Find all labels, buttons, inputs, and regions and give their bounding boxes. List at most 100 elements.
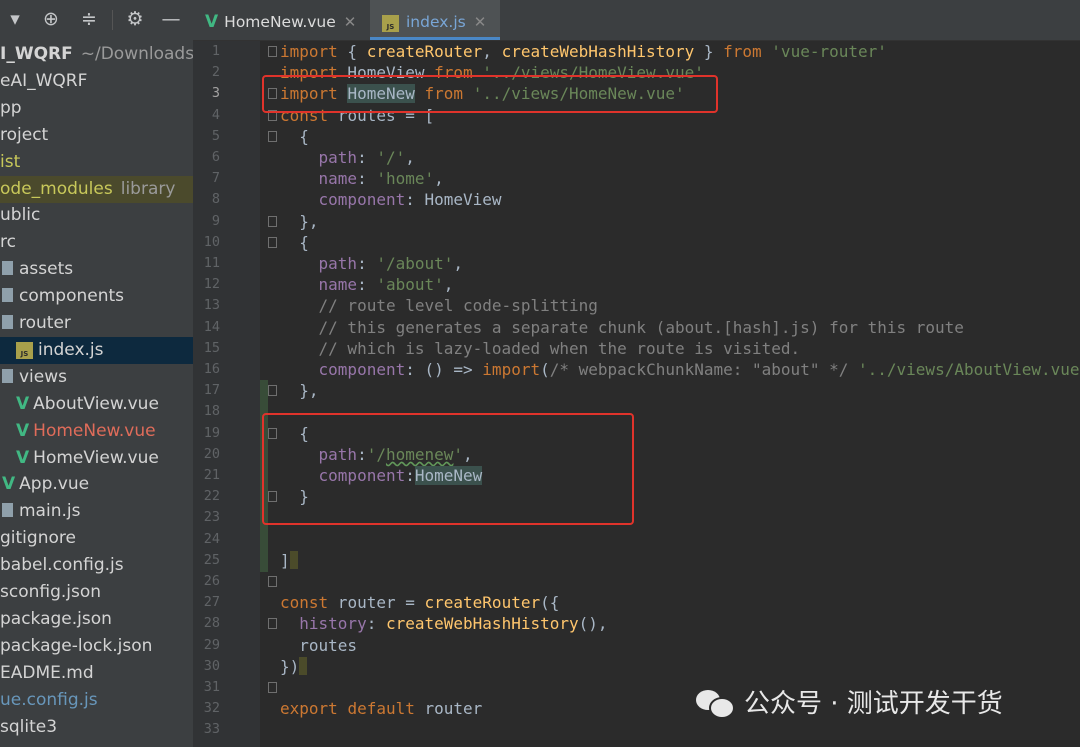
tree-item[interactable]: package.json — [0, 606, 193, 633]
tree-item[interactable]: views — [0, 364, 193, 391]
line-number: 15 — [203, 339, 220, 356]
tree-item[interactable]: package-lock.json — [0, 633, 193, 660]
tree-item-label: main.js — [19, 501, 81, 522]
line-number: 22 — [203, 488, 220, 505]
line-number: 19 — [203, 424, 220, 441]
fold-marker-icon[interactable] — [268, 46, 277, 57]
code-line: { — [280, 126, 309, 146]
tree-item[interactable]: EADME.md — [0, 660, 193, 687]
dropdown-icon[interactable]: ▾ — [4, 8, 26, 30]
tree-item-label: router — [19, 313, 71, 333]
vue-file-icon: V — [16, 447, 30, 468]
line-number: 11 — [203, 255, 220, 271]
tree-item[interactable]: assets — [0, 256, 193, 283]
line-number: 7 — [211, 170, 220, 187]
line-number: 32 — [203, 700, 220, 717]
fold-marker-icon[interactable] — [268, 385, 277, 397]
code-editor[interactable]: import { createRouter, createWebHashHist… — [280, 41, 1080, 747]
tree-item[interactable]: pp — [0, 95, 193, 122]
close-icon[interactable]: ✕ — [474, 13, 487, 31]
line-number: 30 — [203, 657, 220, 674]
tree-item[interactable]: ue.config.js — [0, 687, 193, 714]
tree-item[interactable]: main.js — [0, 498, 193, 525]
tree-item-extra: ~/Downloads — [80, 44, 193, 64]
tree-item-label: babel.config.js — [0, 555, 124, 576]
folder-icon — [2, 288, 13, 303]
tree-item[interactable]: JS index.js — [0, 336, 193, 364]
tree-item[interactable]: sqlite3 — [0, 714, 193, 741]
code-line: component: () => import(/* webpackChunkN… — [318, 360, 1080, 379]
line-number: 14 — [203, 318, 220, 335]
collapse-all-icon[interactable]: ≑ — [78, 8, 100, 30]
js-file-icon: JS — [16, 341, 33, 359]
tab-homenew-vue[interactable]: V HomeNew.vue ✕ — [193, 0, 368, 40]
line-number: 1 — [211, 43, 220, 59]
tree-item[interactable]: router — [0, 310, 193, 337]
code-line: name: 'home', — [318, 169, 444, 189]
js-file-icon: JS — [382, 15, 399, 32]
tree-item[interactable]: V HomeNew.vue — [0, 418, 193, 445]
line-number: 18 — [203, 403, 220, 420]
code-line: component: HomeView — [318, 190, 502, 210]
tree-item-label: package.json — [0, 608, 112, 629]
tree-item-label: sconfig.json — [0, 582, 102, 602]
tree-item-label: rc — [0, 232, 16, 253]
tree-item[interactable]: babel.config.js — [0, 552, 193, 579]
tree-item-label: HomeView.vue — [33, 447, 159, 468]
code-line: routes — [280, 635, 358, 655]
tree-item[interactable]: eAI_WQRF — [0, 68, 193, 95]
line-number: 27 — [203, 594, 220, 611]
gear-icon[interactable]: ⚙ — [124, 8, 146, 30]
folder-icon — [2, 503, 13, 518]
tree-item-label: HomeNew.vue — [33, 420, 156, 441]
line-number: 28 — [203, 615, 220, 632]
tree-item[interactable]: ist — [0, 149, 193, 176]
tree-item-label: views — [19, 366, 68, 387]
tree-item[interactable]: I_WQRF ~/Downloads — [0, 41, 193, 68]
locate-target-icon[interactable]: ⊕ — [40, 8, 62, 30]
line-number: 3 — [211, 85, 220, 102]
line-number: 26 — [203, 573, 220, 589]
tree-item-label: AboutView.vue — [33, 393, 159, 414]
fold-marker-icon[interactable] — [268, 576, 277, 587]
tree-item[interactable]: V AboutView.vue — [0, 391, 193, 418]
tree-item[interactable]: gitignore — [0, 525, 193, 552]
watermark-text: 公众号 · 测试开发干货 — [744, 689, 1003, 719]
minimize-icon[interactable]: — — [160, 8, 182, 30]
code-line: path: '/about', — [318, 254, 464, 273]
tree-item[interactable]: roject — [0, 122, 193, 149]
folder-icon — [2, 368, 13, 383]
fold-marker-icon[interactable] — [268, 618, 277, 630]
tree-item[interactable]: sconfig.json — [0, 579, 193, 606]
tree-item-label: roject — [0, 124, 49, 145]
tree-item[interactable]: V HomeView.vue — [0, 445, 193, 472]
line-number: 6 — [211, 149, 220, 165]
project-sidebar: ▾ ⊕ ≑ ⚙ — I_WQRF ~/Downloads eAI_WQRF pp roj… — [0, 0, 193, 747]
code-line: const router = createRouter({ — [280, 593, 560, 613]
line-number: 16 — [203, 361, 220, 377]
tree-item-label: index.js — [38, 339, 104, 360]
tree-item[interactable]: components — [0, 283, 193, 310]
fold-marker-icon[interactable] — [268, 130, 277, 142]
vue-file-icon: V — [205, 12, 219, 32]
tree-item[interactable]: rc — [0, 229, 193, 256]
fold-marker-icon[interactable] — [268, 682, 277, 693]
fold-marker-icon[interactable] — [268, 236, 277, 248]
line-number: 5 — [211, 127, 220, 144]
close-icon[interactable]: ✕ — [344, 13, 357, 31]
code-line: import { createRouter, createWebHashHist… — [280, 42, 887, 61]
tree-item-label: components — [19, 286, 125, 307]
code-line: path: '/', — [318, 148, 415, 167]
line-number: 17 — [203, 382, 220, 399]
vue-file-icon: V — [16, 420, 30, 441]
tree-item[interactable]: V App.vue — [0, 471, 193, 498]
line-number: 31 — [203, 679, 220, 695]
tree-item[interactable]: ublic — [0, 202, 193, 229]
line-number: 8 — [211, 191, 220, 208]
tree-item[interactable]: ode_modules library — [0, 175, 193, 203]
fold-marker-icon[interactable] — [268, 215, 277, 227]
sidebar-toolbar: ▾ ⊕ ≑ ⚙ — — [0, 0, 193, 40]
folder-icon — [2, 315, 13, 329]
code-line: history: createWebHashHistory(), — [299, 614, 608, 634]
tab-index-js[interactable]: JS index.js ✕ — [370, 0, 500, 40]
